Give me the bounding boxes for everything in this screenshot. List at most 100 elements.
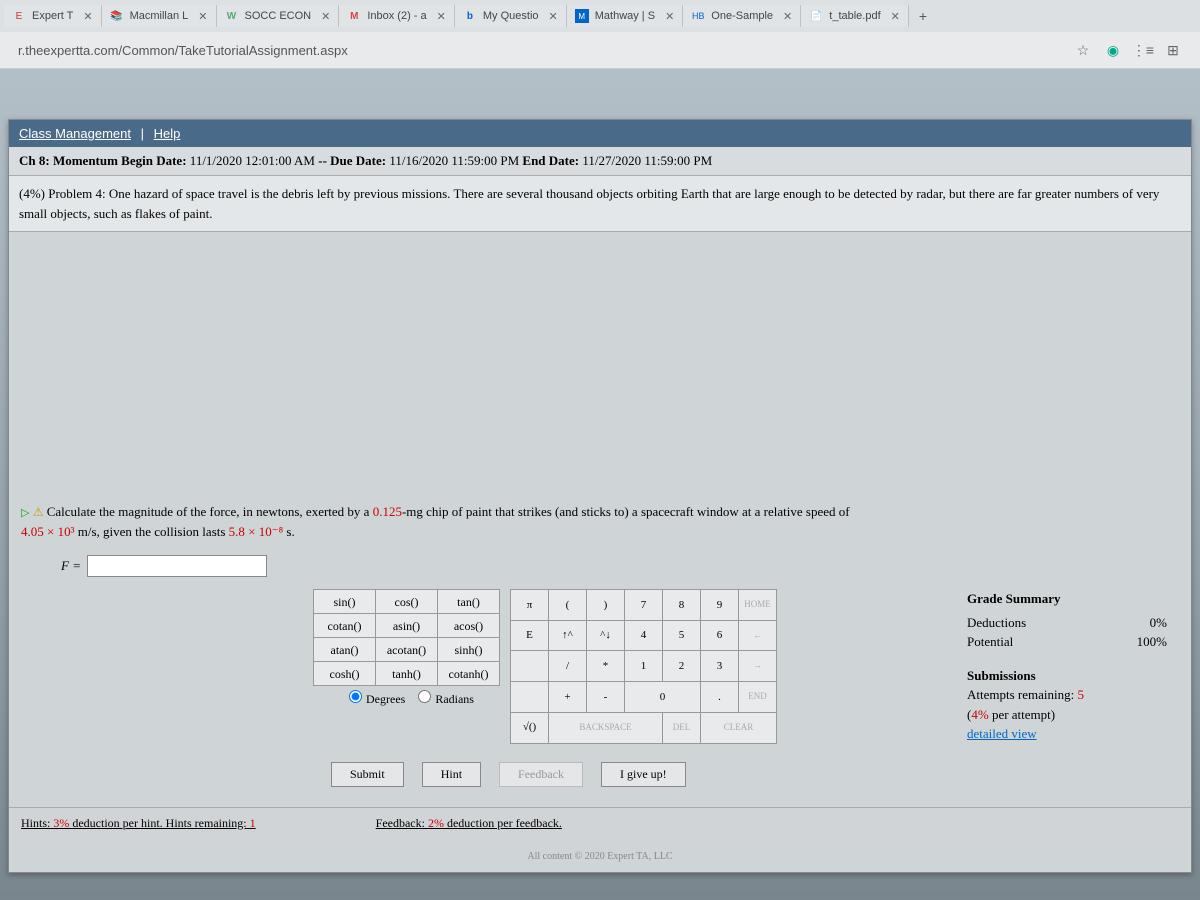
problem-statement: (4%) Problem 4: One hazard of space trav…	[9, 176, 1191, 232]
key-home[interactable]: HOME	[739, 590, 777, 621]
problem-label: (4%) Problem 4:	[19, 186, 106, 201]
star-icon[interactable]: ☆	[1074, 41, 1092, 59]
key-asin[interactable]: asin()	[376, 614, 438, 638]
close-icon[interactable]: ✕	[83, 10, 92, 23]
site-icon: W	[225, 9, 239, 23]
key-sin[interactable]: sin()	[314, 590, 376, 614]
key-dot[interactable]: .	[701, 682, 739, 713]
address-bar[interactable]: r.theexpertta.com/Common/TakeTutorialAss…	[8, 37, 1064, 64]
hint-button[interactable]: Hint	[422, 762, 481, 787]
chapter-prefix: Ch 8: Momentum Begin Date:	[19, 153, 187, 168]
key-cosh[interactable]: cosh()	[314, 662, 376, 686]
radians-radio[interactable]	[418, 690, 431, 703]
key-left[interactable]: ←	[739, 620, 777, 651]
q-pre: Calculate the magnitude of the force, in…	[47, 504, 373, 519]
spacer	[9, 232, 1191, 492]
answer-input[interactable]	[87, 555, 267, 577]
key-backspace[interactable]: BACKSPACE	[549, 712, 663, 743]
due-date: 11/16/2020 11:59:00 PM	[389, 153, 519, 168]
detailed-view-link[interactable]: detailed view	[967, 724, 1167, 744]
reading-list-icon[interactable]: ⋮≡	[1134, 41, 1152, 59]
tab-label: SOCC ECON	[245, 10, 312, 22]
answer-label: F =	[61, 556, 81, 576]
grammarly-icon[interactable]: ◉	[1104, 41, 1122, 59]
key-div[interactable]: /	[549, 651, 587, 682]
tab-expert[interactable]: E Expert T ✕	[4, 5, 102, 27]
close-icon[interactable]: ✕	[321, 10, 330, 23]
key-5[interactable]: 5	[663, 620, 701, 651]
key-clear[interactable]: CLEAR	[701, 712, 777, 743]
key-del[interactable]: DEL	[663, 712, 701, 743]
close-icon[interactable]: ✕	[437, 10, 446, 23]
key-acos[interactable]: acos()	[438, 614, 500, 638]
warn-icon: ⚠	[33, 505, 44, 519]
key-rparen[interactable]: )	[587, 590, 625, 621]
key-mul[interactable]: *	[587, 651, 625, 682]
tab-label: Macmillan L	[130, 10, 189, 22]
key-right[interactable]: →	[739, 651, 777, 682]
key-0[interactable]: 0	[625, 682, 701, 713]
key-minus[interactable]: -	[587, 682, 625, 713]
help-link[interactable]: Help	[154, 126, 181, 141]
close-icon[interactable]: ✕	[549, 10, 558, 23]
q-speed: 4.05 × 10³	[21, 524, 74, 539]
feedback-info: Feedback: 2% deduction per feedback.	[376, 816, 562, 831]
feedback-button[interactable]: Feedback	[499, 762, 583, 787]
key-sinh[interactable]: sinh()	[438, 638, 500, 662]
key-lparen[interactable]: (	[549, 590, 587, 621]
key-4[interactable]: 4	[625, 620, 663, 651]
key-sqrt[interactable]: √()	[511, 712, 549, 743]
key-3[interactable]: 3	[701, 651, 739, 682]
tab-socc[interactable]: W SOCC ECON ✕	[217, 5, 340, 27]
key-7[interactable]: 7	[625, 590, 663, 621]
key-8[interactable]: 8	[663, 590, 701, 621]
q-mass: 0.125	[373, 504, 402, 519]
action-row: Submit Hint Feedback I give up!	[331, 762, 1179, 787]
key-2[interactable]: 2	[663, 651, 701, 682]
tab-onesample[interactable]: HB One-Sample ✕	[683, 5, 801, 27]
tab-macmillan[interactable]: 📚 Macmillan L ✕	[102, 5, 217, 27]
close-icon[interactable]: ✕	[891, 10, 900, 23]
new-tab-button[interactable]: +	[909, 4, 937, 28]
key-sub[interactable]: ^↓	[587, 620, 625, 651]
submit-button[interactable]: Submit	[331, 762, 404, 787]
tab-inbox[interactable]: M Inbox (2) - a ✕	[339, 5, 455, 27]
site-icon: HB	[691, 9, 705, 23]
close-icon[interactable]: ✕	[783, 10, 792, 23]
begin-date: 11/1/2020 12:01:00 AM	[190, 153, 315, 168]
toolbar-icons: ☆ ◉ ⋮≡ ⊞	[1064, 41, 1192, 59]
key-tanh[interactable]: tanh()	[376, 662, 438, 686]
key-pi[interactable]: π	[511, 590, 549, 621]
key-e[interactable]: E	[511, 620, 549, 651]
site-icon: M	[575, 9, 589, 23]
key-cotan[interactable]: cotan()	[314, 614, 376, 638]
class-management-link[interactable]: Class Management	[19, 126, 131, 141]
degrees-radio[interactable]	[349, 690, 362, 703]
tab-myquestion[interactable]: b My Questio ✕	[455, 5, 567, 27]
end-label: End Date:	[522, 153, 579, 168]
key-tan[interactable]: tan()	[438, 590, 500, 614]
key-6[interactable]: 6	[701, 620, 739, 651]
deductions-label: Deductions	[967, 613, 1026, 633]
close-icon[interactable]: ✕	[198, 10, 207, 23]
giveup-button[interactable]: I give up!	[601, 762, 686, 787]
angle-mode: Degrees Radians	[313, 686, 500, 712]
key-plus[interactable]: +	[549, 682, 587, 713]
q-mid1: -mg chip of paint that strikes (and stic…	[402, 504, 850, 519]
answer-line: F =	[61, 555, 267, 577]
key-cos[interactable]: cos()	[376, 590, 438, 614]
hints-info: Hints: 3% deduction per hint. Hints rema…	[21, 816, 256, 831]
frame-nav: Class Management | Help	[9, 120, 1191, 147]
tab-pdf[interactable]: 📄 t_table.pdf ✕	[801, 5, 909, 27]
key-end[interactable]: END	[739, 682, 777, 713]
key-acotan[interactable]: acotan()	[376, 638, 438, 662]
close-icon[interactable]: ✕	[665, 10, 674, 23]
key-sup[interactable]: ↑^	[549, 620, 587, 651]
extension-icon[interactable]: ⊞	[1164, 41, 1182, 59]
key-cotanh[interactable]: cotanh()	[438, 662, 500, 686]
function-keys: sin() cos() tan() cotan() asin() acos() …	[313, 589, 500, 686]
key-1[interactable]: 1	[625, 651, 663, 682]
key-9[interactable]: 9	[701, 590, 739, 621]
key-atan[interactable]: atan()	[314, 638, 376, 662]
tab-mathway[interactable]: M Mathway | S ✕	[567, 5, 684, 27]
